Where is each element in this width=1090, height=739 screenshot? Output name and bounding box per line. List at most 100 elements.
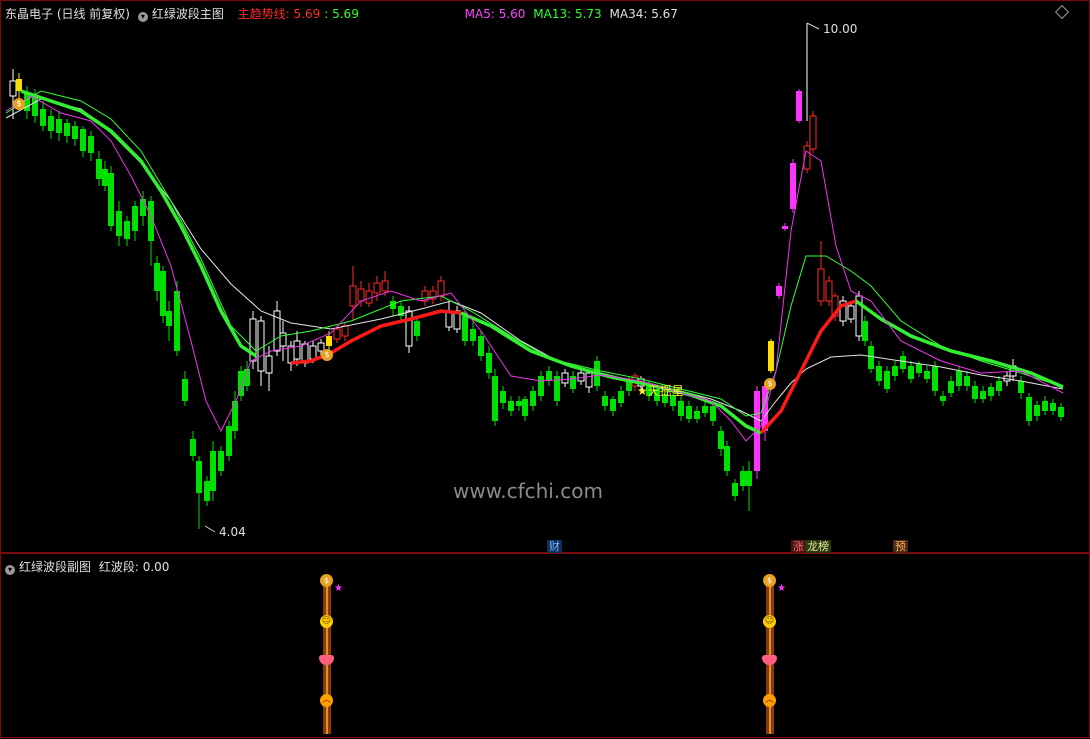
candle-body bbox=[226, 426, 232, 456]
candle-body bbox=[102, 169, 108, 186]
candle-body bbox=[132, 206, 138, 231]
candle-body bbox=[768, 341, 774, 371]
candle-body bbox=[862, 321, 868, 341]
candle-body bbox=[996, 381, 1002, 391]
candle-body bbox=[1026, 397, 1032, 421]
low-marker-tick bbox=[204, 525, 216, 533]
candle-body bbox=[508, 401, 514, 411]
candle-body bbox=[732, 483, 738, 496]
sub-indicator-chart bbox=[323, 584, 774, 734]
candle-body bbox=[796, 91, 802, 121]
watermark: www.cfchi.com bbox=[453, 479, 603, 503]
candle-body bbox=[140, 199, 146, 216]
candle-body bbox=[88, 136, 94, 153]
candle-body bbox=[908, 366, 914, 379]
candle-body bbox=[492, 376, 498, 421]
candle-body bbox=[414, 321, 420, 336]
candle-body bbox=[478, 336, 484, 356]
candle-body bbox=[694, 411, 700, 419]
candle-body bbox=[108, 173, 114, 226]
signal-label: ★天摇星 bbox=[637, 384, 684, 398]
candle-body bbox=[618, 391, 624, 403]
candle-body bbox=[561, 372, 569, 384]
candle-body bbox=[702, 406, 708, 413]
candle-body bbox=[9, 80, 17, 97]
event-tag-zhang[interactable]: 涨 bbox=[791, 540, 806, 553]
candle-body bbox=[357, 288, 365, 302]
candle-body bbox=[349, 285, 357, 307]
smiley-icon: ☺ bbox=[320, 615, 333, 628]
candle-body bbox=[309, 345, 317, 360]
event-tag-bang[interactable]: 龙榜 bbox=[805, 540, 831, 553]
candle-body bbox=[825, 280, 833, 302]
candle-body bbox=[218, 451, 224, 471]
ma5-line bbox=[5, 95, 1064, 442]
star-icon: ★ bbox=[777, 583, 786, 594]
candle-body bbox=[718, 431, 724, 449]
high-marker-tick bbox=[806, 22, 820, 30]
event-tag-cai[interactable]: 财 bbox=[547, 540, 562, 553]
candle-body bbox=[1058, 407, 1064, 417]
candle-body bbox=[182, 379, 188, 401]
candle-body bbox=[847, 305, 855, 320]
candle-body bbox=[964, 376, 970, 386]
candle-body bbox=[900, 356, 906, 369]
star-icon: ★ bbox=[334, 583, 343, 594]
candle-body bbox=[1050, 403, 1056, 411]
candle-body bbox=[154, 263, 160, 291]
candle-body bbox=[437, 280, 445, 297]
candle-body bbox=[790, 163, 796, 209]
candle-body bbox=[293, 340, 301, 360]
candle-body bbox=[940, 396, 946, 401]
high-price-label: 10.00 bbox=[823, 22, 858, 36]
candle-body bbox=[1042, 401, 1048, 411]
candle-body bbox=[610, 399, 616, 411]
money-bag-icon: $ bbox=[763, 574, 776, 587]
candle-body bbox=[116, 211, 122, 236]
candle-body bbox=[932, 366, 938, 391]
candle-body bbox=[686, 406, 692, 419]
candle-body bbox=[196, 461, 202, 493]
smiley-icon: ☺ bbox=[763, 615, 776, 628]
candle-body bbox=[40, 109, 46, 126]
candle-body bbox=[1034, 405, 1040, 416]
candle-body bbox=[740, 471, 746, 486]
candle-body bbox=[232, 401, 238, 431]
candle-body bbox=[190, 439, 196, 456]
candle-body bbox=[972, 386, 978, 399]
candle-body bbox=[980, 391, 986, 399]
candle-body bbox=[710, 406, 716, 421]
candle-body bbox=[333, 328, 341, 340]
candle-body bbox=[210, 451, 216, 491]
candle-body bbox=[924, 371, 930, 379]
candle-body bbox=[48, 116, 54, 131]
candle-body bbox=[817, 268, 825, 302]
candlestick-chart bbox=[5, 22, 1064, 533]
candle-body bbox=[546, 371, 552, 381]
main-chart-panel[interactable]: 东晶电子 (日线 前复权) ▾ 红绿波段主图 主趋势线: 5.69: 5.69 M… bbox=[0, 0, 1090, 553]
candle-body bbox=[602, 396, 608, 406]
candles-group bbox=[9, 69, 1064, 529]
candle-body bbox=[809, 115, 817, 150]
sub-chart-panel[interactable]: ▾ 红绿波段副图 红波段: 0.00 $ ★ ☺ ︿ $ ★ ☺ ︿ bbox=[0, 553, 1090, 738]
candle-body bbox=[462, 316, 468, 341]
candle-body bbox=[746, 471, 752, 486]
candle-body bbox=[876, 366, 882, 381]
candle-body bbox=[405, 310, 413, 347]
candle-body bbox=[948, 381, 954, 393]
candle-body bbox=[16, 79, 22, 91]
candle-body bbox=[204, 481, 210, 501]
candle-body bbox=[72, 126, 78, 139]
chevron-up-icon: ︿ bbox=[320, 694, 333, 707]
candle-body bbox=[530, 391, 536, 406]
candle-body bbox=[341, 325, 349, 337]
candle-body bbox=[956, 371, 962, 386]
event-tag-yu[interactable]: 预 bbox=[893, 540, 908, 553]
money-bag-icon: $ bbox=[320, 574, 333, 587]
candle-body bbox=[287, 345, 295, 364]
candle-body bbox=[486, 353, 492, 373]
candle-body bbox=[500, 391, 506, 403]
candle-body bbox=[174, 291, 180, 351]
candle-body bbox=[381, 280, 389, 292]
candle-body bbox=[265, 355, 273, 374]
